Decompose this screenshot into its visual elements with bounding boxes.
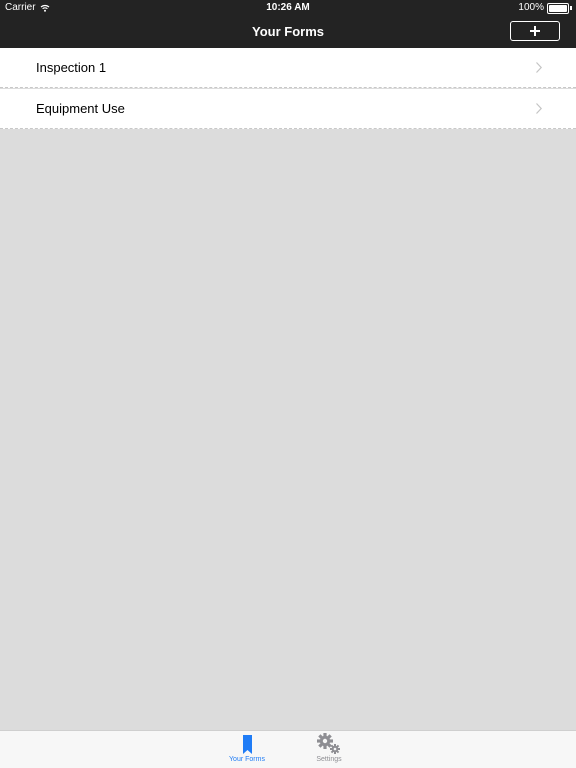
bookmark-icon — [242, 734, 252, 754]
page-title: Your Forms — [252, 24, 324, 39]
plus-icon — [530, 26, 540, 36]
list-item[interactable]: Inspection 1 — [0, 48, 576, 88]
status-time: 10:26 AM — [266, 2, 310, 13]
status-bar: Carrier 10:26 AM 100% — [0, 0, 576, 16]
tab-bar: Your Forms Settings — [0, 730, 576, 768]
tab-label: Settings — [316, 756, 342, 763]
tab-your-forms[interactable]: Your Forms — [217, 733, 277, 767]
list-item-label: Equipment Use — [36, 101, 125, 116]
navigation-bar: Your Forms — [0, 16, 576, 48]
top-bar: Carrier 10:26 AM 100% Your Forms — [0, 0, 576, 48]
battery-indicator: 100% — [518, 0, 572, 16]
chevron-right-icon — [536, 103, 542, 114]
forms-list: Inspection 1 Equipment Use — [0, 48, 576, 129]
list-item[interactable]: Equipment Use — [0, 89, 576, 129]
tab-settings[interactable]: Settings — [299, 733, 359, 767]
tab-label: Your Forms — [229, 756, 265, 763]
add-form-button[interactable] — [510, 21, 560, 41]
chevron-right-icon — [536, 62, 542, 73]
gear-icon — [317, 733, 340, 754]
list-item-label: Inspection 1 — [36, 60, 107, 75]
battery-icon — [547, 2, 569, 14]
battery-percent: 100% — [518, 2, 544, 13]
